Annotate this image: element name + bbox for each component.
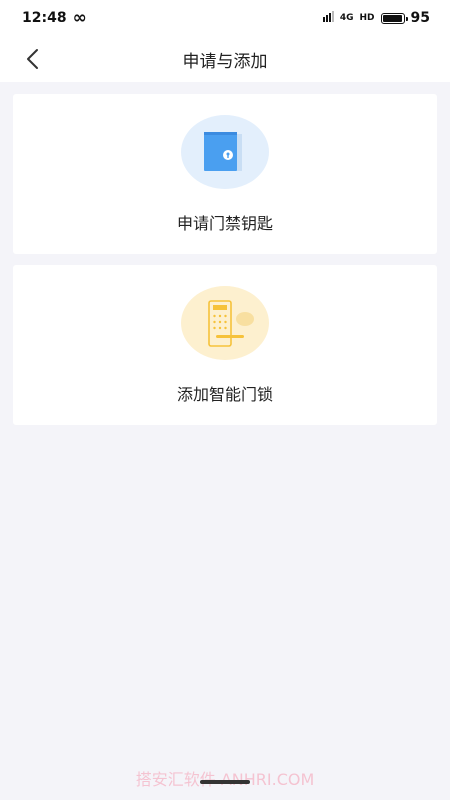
smart-lock-icon [181, 286, 269, 360]
battery-icon [380, 12, 408, 24]
status-right: 4G HD 95 [316, 10, 430, 26]
status-left: 12:48 ∞ [22, 7, 87, 28]
status-time: 12:48 [22, 10, 67, 26]
status-bar: 12:48 ∞ 4G HD 95 [0, 0, 450, 36]
watermark: 搭安汇软件 ANHRI.COM [135, 770, 315, 789]
network-label: 4G [339, 13, 354, 23]
hd-label: HD [359, 13, 375, 23]
add-smart-lock-label: 添加智能门锁 [176, 385, 273, 404]
battery-fill [382, 14, 402, 22]
back-button[interactable] [18, 44, 48, 74]
home-indicator[interactable] [200, 780, 250, 784]
signal-icon [316, 10, 334, 26]
infinity-icon: ∞ [72, 7, 87, 28]
door-key-icon [181, 115, 269, 189]
add-smart-lock-card[interactable]: 添加智能门锁 [13, 265, 437, 425]
nav-bar: 申请与添加 [0, 36, 450, 82]
apply-access-key-card[interactable]: 申请门禁钥匙 [13, 94, 437, 254]
chevron-left-icon [27, 49, 38, 69]
battery-percent: 95 [410, 10, 430, 26]
page-title: 申请与添加 [182, 51, 268, 72]
apply-access-key-label: 申请门禁钥匙 [176, 214, 273, 233]
